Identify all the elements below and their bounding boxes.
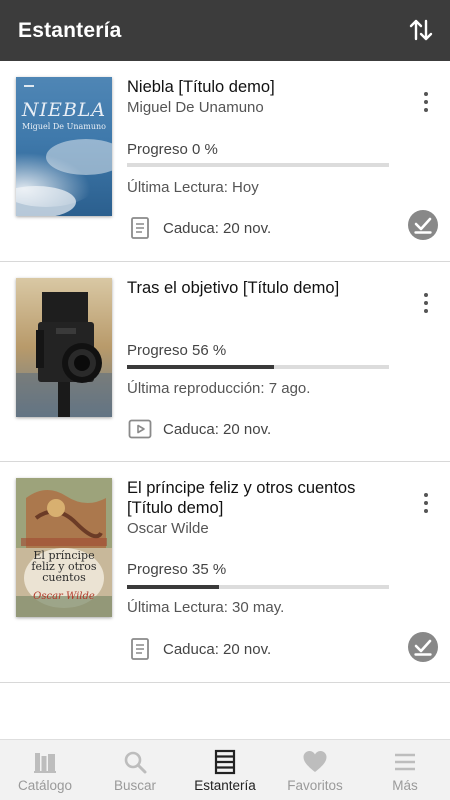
progress-bar — [127, 365, 389, 369]
book-cover-tras-el-objetivo[interactable] — [16, 278, 112, 417]
downloaded-check-icon[interactable] — [408, 210, 438, 240]
expiry-label: Caduca: 20 nov. — [163, 640, 272, 658]
overflow-menu-icon[interactable] — [418, 490, 434, 516]
downloaded-check-icon[interactable] — [408, 632, 438, 662]
progress-label: Progreso 35 % — [127, 561, 227, 578]
book-cover-el-principe-feliz[interactable]: El príncipe feliz y otros cuentos Oscar … — [16, 478, 112, 617]
book-author: Miguel De Unamuno — [127, 99, 264, 116]
menu-icon — [395, 753, 415, 771]
book-title[interactable]: El príncipe feliz y otros cuentos [Títul… — [127, 478, 390, 518]
expiry-label: Caduca: 20 nov. — [163, 420, 272, 438]
shelf-icon — [214, 749, 236, 775]
cover-title: El príncipe feliz y otros cuentos — [31, 549, 97, 584]
expiry-row: Caduca: 20 nov. — [127, 636, 271, 662]
book-list-item[interactable]: Tras el objetivo [Título demo] Progreso … — [0, 262, 450, 462]
nav-label: Estantería — [194, 778, 256, 793]
nav-label: Buscar — [113, 778, 157, 793]
book-cover-niebla[interactable]: NIEBLA Miguel De Unamuno — [16, 77, 112, 216]
last-read-label: Última Lectura: 30 may. — [127, 599, 285, 616]
expiry-row: Caduca: 20 nov. — [127, 215, 271, 241]
overflow-menu-icon[interactable] — [418, 89, 434, 115]
nav-label: Favoritos — [287, 778, 343, 793]
search-icon — [124, 751, 147, 774]
nav-label: Más — [392, 778, 418, 793]
nav-item-buscar[interactable]: Buscar — [90, 740, 180, 800]
book-author: Oscar Wilde — [127, 520, 209, 537]
progress-label: Progreso 0 % — [127, 141, 218, 158]
sort-arrows-icon[interactable] — [408, 17, 434, 43]
last-play-label: Última reproducción: 7 ago. — [127, 380, 311, 397]
cover-author: Oscar Wilde — [33, 591, 95, 602]
video-play-icon — [128, 419, 152, 439]
cover-title: NIEBLA — [21, 99, 107, 121]
cover-author: Miguel De Unamuno — [22, 122, 106, 131]
bottom-navigation: Catálogo Buscar Estantería Favoritos Más — [0, 739, 450, 800]
book-info: Tras el objetivo [Título demo] — [127, 278, 390, 298]
heart-icon — [303, 751, 327, 772]
top-app-bar: Estantería — [0, 0, 450, 61]
book-list-item[interactable]: NIEBLA Miguel De Unamuno Niebla [Título … — [0, 61, 450, 262]
book-info: El príncipe feliz y otros cuentos [Títul… — [127, 478, 390, 539]
expiry-label: Caduca: 20 nov. — [163, 219, 272, 237]
app-root: Estantería NIEBLA Miguel De Unamuno Nieb… — [0, 0, 450, 800]
expiry-row: Caduca: 20 nov. — [127, 416, 271, 442]
nav-item-favoritos[interactable]: Favoritos — [270, 740, 360, 800]
book-list-item[interactable]: El príncipe feliz y otros cuentos Oscar … — [0, 462, 450, 683]
book-title[interactable]: Niebla [Título demo] — [127, 77, 390, 97]
last-read-label: Última Lectura: Hoy — [127, 179, 259, 196]
nav-item-catalogo[interactable]: Catálogo — [0, 740, 90, 800]
document-icon — [131, 217, 149, 239]
progress-bar — [127, 585, 389, 589]
book-title[interactable]: Tras el objetivo [Título demo] — [127, 278, 390, 298]
nav-item-estanteria[interactable]: Estantería — [180, 740, 270, 800]
catalog-icon — [34, 753, 56, 773]
nav-label: Catálogo — [17, 778, 73, 793]
progress-label: Progreso 56 % — [127, 342, 227, 359]
overflow-menu-icon[interactable] — [418, 290, 434, 316]
book-info: Niebla [Título demo] Miguel De Unamuno — [127, 77, 390, 118]
page-title: Estantería — [18, 18, 122, 42]
progress-bar — [127, 163, 389, 167]
document-icon — [131, 638, 149, 660]
nav-item-mas[interactable]: Más — [360, 740, 450, 800]
